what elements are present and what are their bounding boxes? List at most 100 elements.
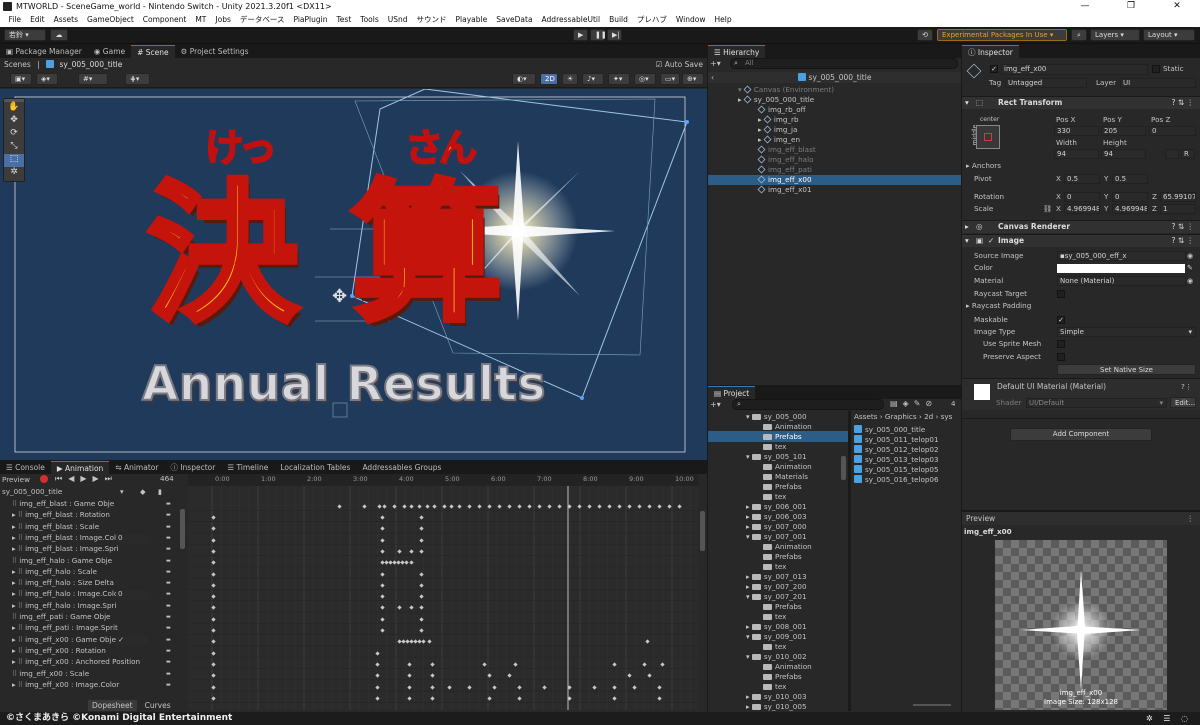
preserve-aspect-checkbox[interactable]	[1057, 353, 1065, 361]
height-field[interactable]: 94	[1101, 149, 1146, 159]
width-field[interactable]: 94	[1054, 149, 1099, 159]
hierarchy-item[interactable]: img_eff_halo	[708, 155, 961, 165]
canvas-renderer-header[interactable]: ▸ ◎ Canvas Renderer? ⇅ ⋮	[962, 220, 1200, 233]
raw-edit-button[interactable]: R	[1181, 149, 1195, 159]
object-name-field[interactable]: img_eff_x00	[1001, 64, 1148, 75]
add-component-button[interactable]: Add Component	[1010, 428, 1152, 441]
property-value[interactable]: ✓	[116, 635, 148, 645]
keyframe-menu-icon[interactable]: ▬	[166, 589, 171, 599]
tab-localization-tables[interactable]: Localization Tables	[274, 461, 356, 474]
minimize-button[interactable]: —	[1062, 0, 1108, 13]
history-icon[interactable]: ⟲	[917, 29, 933, 41]
menu-item-19[interactable]: Help	[710, 13, 736, 27]
color-swatch[interactable]	[1057, 264, 1185, 273]
keyframe-menu-icon[interactable]: ▬	[166, 623, 171, 633]
scene-viewport[interactable]: けっ さん 決 算 ✥ Annual Results ✋ ✥ ⟳ ⤡ ⬚ ✲	[0, 89, 707, 460]
step-button[interactable]: ▶|	[607, 29, 622, 41]
pivot-x-field[interactable]: 0.5	[1064, 174, 1100, 184]
animation-property-row[interactable]: ▸ ⠿ img_eff_blast : Scale ▬	[0, 522, 180, 532]
tab-curves[interactable]: Curves	[137, 700, 179, 711]
menu-item-13[interactable]: Playable	[451, 13, 492, 27]
hierarchy-item[interactable]: img_eff_x01	[708, 185, 961, 195]
auto-save-toggle[interactable]: ☑ Auto Save	[656, 58, 703, 71]
rect-transform-header[interactable]: ▾ ⬚ Rect Transform? ⇅ ⋮	[962, 96, 1200, 109]
animation-property-row[interactable]: ▸ ⠿ img_eff_halo : Image.Spri ▬	[0, 601, 180, 611]
keyframe-menu-icon[interactable]: ▬	[166, 669, 171, 679]
rotation-x-field[interactable]: 0	[1064, 192, 1100, 202]
prefab-breadcrumb[interactable]: sy_005_000_title	[59, 60, 122, 69]
tab-project[interactable]: ▤ Project	[708, 386, 756, 399]
source-image-field[interactable]: ▪sy_005_000_eff_x	[1057, 251, 1186, 261]
eyedropper-icon[interactable]: ✎	[1187, 263, 1193, 273]
tab-game[interactable]: ◉ Game	[88, 45, 131, 58]
keyframe-menu-icon[interactable]: ▬	[166, 578, 171, 588]
project-filter-icons[interactable]: ▤◈✎⊘	[890, 399, 937, 408]
menu-item-8[interactable]: PiaPlugin	[289, 13, 332, 27]
tab-console[interactable]: ☰ Console	[0, 461, 51, 474]
animation-property-row[interactable]: ⠿ img_eff_x00 : Scale ▬	[0, 669, 180, 679]
object-picker-icon[interactable]: ◉	[1187, 251, 1193, 261]
menu-item-6[interactable]: Jobs	[211, 13, 235, 27]
draw-mode-dropdown[interactable]: ▣▾	[10, 73, 32, 85]
keyframe-menu-icon[interactable]: ▬	[166, 522, 171, 532]
tag-dropdown[interactable]: Untagged	[1005, 78, 1087, 88]
prefab-asset[interactable]: sy_005_016_telop06	[854, 474, 939, 485]
menu-item-12[interactable]: サウンド	[412, 13, 451, 27]
keyframe-menu-icon[interactable]: ▬	[166, 635, 171, 645]
hierarchy-item[interactable]: ▸ img_en	[708, 135, 961, 145]
add-keyframe-icon[interactable]: ◆	[140, 486, 146, 498]
project-search[interactable]: ⌕	[732, 399, 884, 410]
property-value[interactable]: 0	[116, 590, 148, 600]
animation-property-row[interactable]: ⠿ img_eff_halo : Game Obje ▬	[0, 556, 180, 566]
hierarchy-item[interactable]: img_rb_off	[708, 105, 961, 115]
menu-item-14[interactable]: SaveData	[492, 13, 537, 27]
raycast-padding-foldout[interactable]: ▸ Raycast Padding	[966, 301, 1031, 311]
time-ruler[interactable]: 0:00 1:00 2:00 3:00 4:00 5:00 6:00 7:00 8:00 9:00…	[188, 474, 698, 486]
record-button[interactable]	[40, 475, 48, 483]
scale-x-field[interactable]: 4.969948	[1064, 204, 1100, 214]
project-tree-scrollbar[interactable]	[841, 456, 846, 480]
move-tool-icon[interactable]: ✥	[4, 115, 24, 128]
camera-icon[interactable]: ▭▾	[660, 73, 680, 85]
tab-inspector[interactable]: ⓘ Inspector	[962, 45, 1019, 58]
animation-property-row[interactable]: ⠿ img_eff_pati : Game Obje ▬	[0, 612, 180, 622]
clip-dropdown[interactable]: sy_005_000_title ▾ ◆ ▮	[0, 486, 185, 498]
project-splitter[interactable]	[848, 411, 851, 711]
fx-icon[interactable]: ✦▾	[608, 73, 630, 85]
close-button[interactable]: ✕	[1154, 0, 1200, 13]
keyframe-menu-icon[interactable]: ▬	[166, 612, 171, 622]
experimental-packages-button[interactable]: Experimental Packages In Use ▾	[937, 29, 1067, 41]
maskable-checkbox[interactable]: ✓	[1057, 316, 1065, 324]
active-checkbox[interactable]: ✓	[990, 65, 998, 73]
animation-property-row[interactable]: ▸ ⠿ img_eff_halo : Image.Colo 0 ▬	[0, 589, 180, 600]
pivot-y-field[interactable]: 0.5	[1112, 174, 1148, 184]
menu-item-3[interactable]: GameObject	[83, 13, 139, 27]
create-asset-button[interactable]: +▾	[710, 400, 721, 409]
add-object-button[interactable]: +▾	[710, 59, 721, 68]
material-picker-icon[interactable]: ◉	[1187, 276, 1193, 286]
hierarchy-item[interactable]: ▸ img_rb	[708, 115, 961, 125]
keyframe-menu-icon[interactable]: ▬	[166, 601, 171, 611]
use-sprite-mesh-checkbox[interactable]	[1057, 340, 1065, 348]
animation-property-row[interactable]: ▸ ⠿ img_eff_blast : Rotation ▬	[0, 510, 180, 520]
back-arrow-icon[interactable]: ‹	[711, 72, 714, 83]
rotation-y-field[interactable]: 0	[1112, 192, 1148, 202]
animation-property-row[interactable]: ▸ ⠿ img_eff_x00 : Anchored Position ▬	[0, 657, 180, 667]
keyframe-menu-icon[interactable]: ▬	[166, 510, 171, 520]
hidden-icon[interactable]: ◎▾	[634, 73, 656, 85]
hierarchy-search[interactable]: ⌕ All	[730, 58, 958, 69]
rect-tool-icon[interactable]: ⬚	[4, 154, 24, 167]
hierarchy-item[interactable]: ▸ sy_005_000_title	[708, 95, 961, 105]
pause-button[interactable]: ❚❚	[590, 29, 607, 41]
static-checkbox[interactable]	[1152, 65, 1160, 73]
set-native-size-button[interactable]: Set Native Size	[1057, 364, 1196, 375]
keyframe-menu-icon[interactable]: ▬	[166, 533, 171, 543]
menu-item-0[interactable]: File	[4, 13, 26, 27]
tab-scene[interactable]: # Scene	[131, 45, 175, 58]
keyframe-menu-icon[interactable]: ▬	[166, 567, 171, 577]
hierarchy-item[interactable]: ▸ img_ja	[708, 125, 961, 135]
layout-dropdown[interactable]: Layout ▾	[1143, 29, 1195, 41]
shading-dropdown[interactable]: ◈▾	[36, 73, 58, 85]
menu-item-9[interactable]: Test	[332, 13, 356, 27]
canvas-environment[interactable]: ▾ Canvas (Environment)	[738, 85, 834, 95]
